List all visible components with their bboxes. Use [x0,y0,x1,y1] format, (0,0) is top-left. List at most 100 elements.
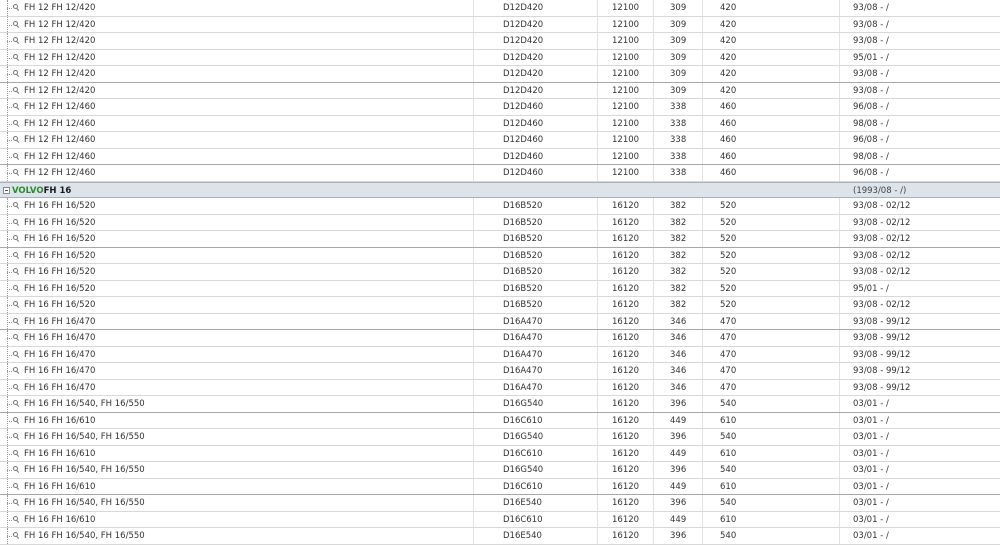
model-name-label[interactable]: FH 16 FH 16/470 [24,314,95,330]
model-name-label[interactable]: FH 12 FH 12/420 [24,17,95,33]
model-name-label[interactable]: FH 16 FH 16/520 [24,297,95,313]
model-name-label[interactable]: FH 16 FH 16/470 [24,363,95,379]
model-name-cell: FH 16 FH 16/610 [0,445,474,462]
vehicle-row[interactable]: FH 12 FH 12/420 D12D420 12100 309 420 93/08 -… [0,66,1000,83]
vehicle-row[interactable]: FH 16 FH 16/470 D16A470 16120 346 470 93/08 -… [0,363,1000,380]
collapse-icon[interactable] [3,186,10,194]
model-name-label[interactable]: FH 16 FH 16/610 [24,446,95,462]
magnifier-icon[interactable] [13,268,19,274]
magnifier-icon[interactable] [13,53,19,60]
magnifier-icon[interactable] [13,202,19,208]
model-name-label[interactable]: FH 16 FH 16/520 [24,198,95,214]
vehicle-row[interactable]: FH 12 FH 12/460 D12D460 12100 338 460 96/08 -… [0,99,1000,116]
magnifier-icon[interactable] [13,86,19,93]
magnifier-icon[interactable] [13,400,19,406]
tree-connector-tick [7,173,12,174]
model-name-label[interactable]: FH 16 FH 16/520 [24,281,95,297]
model-name-label[interactable]: FH 16 FH 16/540, FH 16/550 [24,396,145,412]
vehicle-row[interactable]: FH 16 FH 16/540, FH 16/550 D16G540 16120 39… [0,462,1000,479]
magnifier-icon[interactable] [13,334,19,340]
model-name-label[interactable]: FH 16 FH 16/610 [24,413,95,429]
magnifier-icon[interactable] [13,301,19,307]
vehicle-row[interactable]: FH 12 FH 12/460 D12D460 12100 338 460 96/08 -… [0,165,1000,182]
vehicle-row[interactable]: FH 12 FH 12/460 D12D460 12100 338 460 96/08 -… [0,132,1000,149]
vehicle-row[interactable]: FH 16 FH 16/520 D16B520 16120 382 520 95/01 -… [0,280,1000,297]
magnifier-icon[interactable] [13,499,19,505]
magnifier-icon[interactable] [13,284,19,291]
magnifier-icon[interactable] [13,152,19,159]
model-name-label[interactable]: FH 16 FH 16/520 [24,215,95,231]
magnifier-icon[interactable] [13,482,19,489]
magnifier-icon[interactable] [13,70,19,76]
vehicle-row[interactable]: FH 16 FH 16/520 D16B520 16120 382 520 93/08 -… [0,297,1000,314]
vehicle-row[interactable]: FH 12 FH 12/460 D12D460 12100 338 460 98/08 -… [0,148,1000,165]
vehicle-row[interactable]: FH 12 FH 12/460 D12D460 12100 338 460 98/08 -… [0,115,1000,132]
vehicle-row[interactable]: FH 16 FH 16/520 D16B520 16120 382 520 93/08 -… [0,264,1000,281]
vehicle-row[interactable]: FH 12 FH 12/420 D12D420 12100 309 420 93/08 -… [0,0,1000,17]
magnifier-icon[interactable] [13,416,19,423]
vehicle-row[interactable]: FH 16 FH 16/540, FH 16/550 D16G540 16120 39… [0,429,1000,446]
magnifier-icon[interactable] [13,218,19,225]
magnifier-icon[interactable] [13,169,19,175]
vehicle-row[interactable]: FH 16 FH 16/470 D16A470 16120 346 470 93/08 -… [0,330,1000,347]
vehicle-row[interactable]: FH 16 FH 16/610 D16C610 16120 449 610 03/01 -… [0,478,1000,495]
magnifier-icon[interactable] [13,251,19,258]
vehicle-row[interactable]: FH 16 FH 16/520 D16B520 16120 382 520 93/08 -… [0,231,1000,248]
magnifier-icon[interactable] [13,532,19,538]
group-row-volvo-fh16[interactable]: VOLVOFH 16 (1993/08 - /) [0,181,1000,198]
vehicle-row[interactable]: FH 12 FH 12/420 D12D420 12100 309 420 93/08 -… [0,33,1000,50]
model-name-label[interactable]: FH 16 FH 16/520 [24,248,95,264]
vehicle-row[interactable]: FH 16 FH 16/520 D16B520 16120 382 520 93/08 -… [0,247,1000,264]
magnifier-icon[interactable] [13,383,19,390]
magnifier-icon[interactable] [13,103,19,109]
vehicle-row[interactable]: FH 16 FH 16/470 D16A470 16120 346 470 93/08 -… [0,313,1000,330]
vehicle-row[interactable]: FH 12 FH 12/420 D12D420 12100 309 420 93/08 -… [0,16,1000,33]
vehicle-row[interactable]: FH 16 FH 16/610 D16C610 16120 449 610 03/01 -… [0,412,1000,429]
magnifier-icon[interactable] [13,119,19,126]
model-name-label[interactable]: FH 16 FH 16/470 [24,330,95,346]
model-name-label[interactable]: FH 12 FH 12/460 [24,165,95,181]
model-name-label[interactable]: FH 16 FH 16/540, FH 16/550 [24,528,145,544]
magnifier-icon[interactable] [13,4,19,10]
model-name-label[interactable]: FH 16 FH 16/540, FH 16/550 [24,462,145,478]
magnifier-icon[interactable] [13,515,19,522]
model-name-label[interactable]: FH 12 FH 12/420 [24,83,95,99]
model-name-label[interactable]: FH 12 FH 12/420 [24,0,95,16]
magnifier-icon[interactable] [13,449,19,456]
model-name-label[interactable]: FH 16 FH 16/540, FH 16/550 [24,495,145,511]
magnifier-icon[interactable] [13,20,19,27]
model-name-label[interactable]: FH 12 FH 12/460 [24,116,95,132]
vehicle-row[interactable]: FH 16 FH 16/610 D16C610 16120 449 610 03/01 -… [0,511,1000,528]
model-name-label[interactable]: FH 16 FH 16/520 [24,264,95,280]
model-name-label[interactable]: FH 16 FH 16/470 [24,380,95,396]
vehicle-row[interactable]: FH 16 FH 16/540, FH 16/550 D16E540 16120 39… [0,495,1000,512]
magnifier-icon[interactable] [13,367,19,373]
vehicle-row[interactable]: FH 16 FH 16/520 D16B520 16120 382 520 93/08 -… [0,198,1000,215]
vehicle-row[interactable]: FH 16 FH 16/540, FH 16/550 D16E540 16120 39… [0,528,1000,545]
magnifier-icon[interactable] [13,433,19,439]
vehicle-row[interactable]: FH 16 FH 16/540, FH 16/550 D16G540 16120 39… [0,396,1000,413]
model-name-label[interactable]: FH 16 FH 16/470 [24,347,95,363]
vehicle-row[interactable]: FH 16 FH 16/610 D16C610 16120 449 610 03/01 -… [0,445,1000,462]
model-name-label[interactable]: FH 12 FH 12/460 [24,149,95,165]
model-name-label[interactable]: FH 16 FH 16/610 [24,479,95,495]
magnifier-icon[interactable] [13,466,19,472]
magnifier-icon[interactable] [13,350,19,357]
vehicle-row[interactable]: FH 12 FH 12/420 D12D420 12100 309 420 95/01 -… [0,49,1000,66]
vehicle-row[interactable]: FH 16 FH 16/470 D16A470 16120 346 470 93/08 -… [0,379,1000,396]
model-name-label[interactable]: FH 12 FH 12/460 [24,99,95,115]
model-name-label[interactable]: FH 16 FH 16/540, FH 16/550 [24,429,145,445]
vehicle-row[interactable]: FH 16 FH 16/520 D16B520 16120 382 520 93/08 -… [0,214,1000,231]
magnifier-icon[interactable] [13,136,19,142]
magnifier-icon[interactable] [13,317,19,324]
model-name-label[interactable]: FH 16 FH 16/610 [24,512,95,528]
model-name-label[interactable]: FH 16 FH 16/520 [24,231,95,247]
magnifier-icon[interactable] [13,235,19,241]
vehicle-row[interactable]: FH 16 FH 16/470 D16A470 16120 346 470 93/08 -… [0,346,1000,363]
model-name-label[interactable]: FH 12 FH 12/420 [24,50,95,66]
vehicle-row[interactable]: FH 12 FH 12/420 D12D420 12100 309 420 93/08 -… [0,82,1000,99]
model-name-label[interactable]: FH 12 FH 12/460 [24,132,95,148]
model-name-label[interactable]: FH 12 FH 12/420 [24,33,95,49]
magnifier-icon[interactable] [13,37,19,43]
model-name-label[interactable]: FH 12 FH 12/420 [24,66,95,82]
